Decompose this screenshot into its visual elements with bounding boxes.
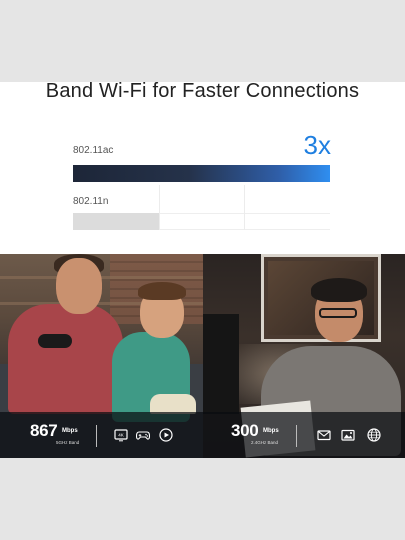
man-head [56, 258, 102, 314]
image-icon [341, 429, 355, 441]
boy-hair [138, 282, 186, 300]
speed-24ghz-value: 300 [231, 421, 259, 440]
man-figure [8, 304, 123, 414]
speed-24ghz-unit: Mbps [263, 428, 279, 434]
glasses [319, 308, 357, 318]
speed-24ghz-band: 2.4GHz Band [251, 440, 279, 445]
headline: Band Wi-Fi for Faster Connections [45, 80, 360, 102]
n-speed-bar [73, 213, 159, 230]
speed-5ghz-value: 867 [30, 421, 58, 440]
gamepad-icon [136, 431, 150, 440]
strip-divider [296, 425, 297, 447]
top-gray-band [0, 0, 405, 82]
ac-speed-bar [73, 165, 330, 182]
ac-label: 802.11ac [73, 145, 114, 156]
track-divider [159, 185, 160, 230]
svg-text:4K: 4K [118, 433, 124, 438]
4k-video-icon: 4K [114, 429, 128, 442]
strip-divider [96, 425, 97, 447]
track-divider [244, 185, 245, 230]
monitor [203, 314, 239, 414]
n-label: 802.11n [73, 196, 109, 207]
mail-icon [317, 430, 331, 441]
globe-icon [367, 428, 381, 442]
bottom-gray-band [0, 458, 405, 540]
speed-5ghz-unit: Mbps [62, 428, 78, 434]
speed-5ghz-band: 5GHz Band [56, 440, 80, 445]
speed-multiplier: 3x [303, 130, 331, 160]
student-hair [311, 278, 367, 302]
popcorn-bowl [150, 394, 196, 414]
play-icon [159, 428, 173, 442]
game-controller [38, 334, 72, 348]
